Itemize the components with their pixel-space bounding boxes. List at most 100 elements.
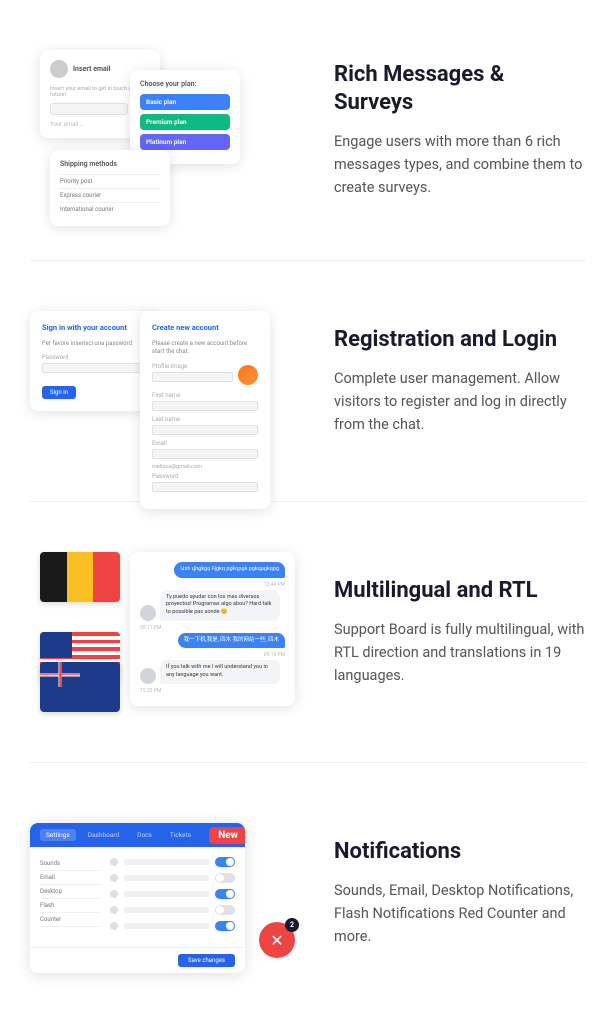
rich-messages-title: Rich Messages & Surveys (334, 61, 586, 118)
bubble-time-1: 12:44 PM (140, 582, 285, 588)
email-card-title: Insert email (73, 65, 111, 73)
chat-bubble-3: 我一下机,我是, 四木 我的网站一些, 四木 (140, 633, 285, 649)
notif-tab-docs[interactable]: Docs (131, 829, 158, 841)
registration-text: Registration and Login Complete user man… (334, 326, 586, 436)
notif-dot-3 (110, 890, 118, 898)
rich-messages-section: Insert email Insert your email to get in… (0, 0, 616, 260)
chat-bubble-1: Աsh վhgkgq Fjgkq pgkqpgk pgkqpgkqpg (140, 562, 285, 578)
registration-desc: Complete user management. Allow visitors… (334, 367, 586, 437)
bubble-text-2: Ty puedo ayudar con los mas diversos pro… (160, 590, 280, 621)
notif-row-2 (110, 873, 235, 883)
password-label: Password (42, 354, 148, 361)
email-label: Email (152, 440, 258, 447)
first-name-label: First name (152, 392, 258, 399)
notif-sidebar-sounds[interactable]: Sounds (40, 857, 100, 871)
notif-toggle-3[interactable] (215, 889, 235, 899)
notifications-title: Notifications (334, 838, 586, 867)
flag-yellow (67, 552, 94, 602)
notif-sidebar: Sounds Email Desktop Flash Counter (40, 857, 100, 937)
bell-icon: ✕ (270, 931, 283, 950)
register-title: Create new account (152, 323, 258, 332)
notif-row-5 (110, 921, 235, 931)
shipping-option-3[interactable]: International courier (60, 202, 160, 216)
notif-line-1 (124, 859, 209, 865)
union-jack (40, 662, 80, 687)
notif-sidebar-flash[interactable]: Flash (40, 899, 100, 913)
notif-toggle-5[interactable] (215, 921, 235, 931)
notification-count: 2 (285, 918, 299, 932)
notifications-section: Notifications Sounds, Email, Desktop Not… (0, 763, 616, 1023)
multilingual-text: Multilingual and RTL Support Board is fu… (334, 577, 586, 687)
profile-avatar (238, 365, 258, 385)
notif-dot-1 (110, 858, 118, 866)
notif-sidebar-counter[interactable]: Counter (40, 913, 100, 927)
notif-dot-5 (110, 922, 118, 930)
register-desc: Please create a new account before start… (152, 340, 258, 357)
notif-line-5 (124, 923, 209, 929)
plan-premium-option[interactable]: Premium plan (140, 114, 230, 130)
shipping-option-2[interactable]: Express courier (60, 188, 160, 202)
signin-title: Sign in with your account (42, 323, 148, 332)
new-badge: New (209, 827, 245, 844)
shipping-option-1[interactable]: Priority post (60, 174, 160, 188)
notif-dot-2 (110, 874, 118, 882)
notifications-desc: Sounds, Email, Desktop Notifications, Fl… (334, 879, 586, 949)
chat-bubble-4: If you talk with me I will understand yo… (140, 660, 285, 683)
notifications-text: Notifications Sounds, Email, Desktop Not… (334, 838, 586, 948)
bubble-text-3: 我一下机,我是, 四木 我的网站一些, 四木 (178, 633, 285, 649)
plan-card-title: Choose your plan: (140, 80, 230, 88)
notif-row-3 (110, 889, 235, 899)
notification-bell-button[interactable]: ✕ 2 (259, 922, 295, 958)
signin-button[interactable]: Sign in (42, 386, 76, 399)
registration-image: Sign in with your account Per favore ins… (30, 301, 310, 461)
belgium-flag (40, 552, 120, 602)
plan-basic-option[interactable]: Basic plan (140, 94, 230, 110)
notif-row-4 (110, 905, 235, 915)
notif-toggle-1[interactable] (215, 857, 235, 867)
shipping-card: Shipping methods Priority post Express c… (50, 150, 170, 226)
password-input-reg[interactable] (152, 482, 258, 492)
bubble-time-4: 15:20 PM (140, 688, 285, 694)
shipping-title: Shipping methods (60, 160, 160, 168)
password-input[interactable] (42, 363, 148, 373)
password-label-reg: Password (152, 473, 258, 480)
first-name-input[interactable] (152, 401, 258, 411)
multilingual-desc: Support Board is fully multilingual, wit… (334, 618, 586, 688)
notif-footer: Save changes (30, 947, 245, 973)
signin-desc: Per favore inserisci una password: (42, 340, 148, 348)
flag-black (40, 552, 67, 602)
email-avatar (50, 60, 68, 78)
us-canton (40, 632, 72, 658)
notifications-card: New Settings Dashboard Docs Tickets Soun… (30, 823, 245, 973)
plan-platinum-option[interactable]: Platinum plan (140, 134, 230, 150)
multilingual-chat-card: Աsh վhgkgq Fjgkq pgkqpgk pgkqpgkqpg 12:4… (130, 552, 295, 706)
notif-line-2 (124, 875, 209, 881)
notif-tab-dashboard[interactable]: Dashboard (82, 829, 125, 841)
register-card: Create new account Please create a new a… (140, 311, 270, 509)
notif-sidebar-desktop[interactable]: Desktop (40, 885, 100, 899)
profile-image-row: Profile Image (152, 363, 258, 387)
email-hint: melissa@gmail.com (152, 464, 258, 470)
notif-toggle-2[interactable] (215, 873, 235, 883)
registration-title: Registration and Login (334, 326, 586, 355)
notif-row-1 (110, 857, 235, 867)
save-button[interactable]: Save changes (178, 954, 235, 967)
notifications-image: New Settings Dashboard Docs Tickets Soun… (30, 803, 310, 983)
rich-messages-image: Insert email Insert your email to get in… (30, 40, 310, 220)
notif-body: Sounds Email Desktop Flash Counter (30, 847, 245, 947)
notif-toggle-4[interactable] (215, 905, 235, 915)
profile-img-input[interactable] (152, 372, 233, 382)
flag-red (93, 552, 120, 602)
multilingual-image: Աsh վhgkgq Fjgkq pgkqpgk pgkqpgkqpg 12:4… (30, 542, 310, 722)
notif-tab-settings[interactable]: Settings (40, 829, 76, 841)
registration-section: Registration and Login Complete user man… (0, 261, 616, 501)
bubble-time-2: 05:11 PM (140, 625, 285, 631)
multilingual-title: Multilingual and RTL (334, 577, 586, 606)
last-name-label: Last name (152, 416, 258, 423)
notif-tab-tickets[interactable]: Tickets (164, 829, 197, 841)
bubble-avatar-2 (140, 605, 156, 621)
email-input-register[interactable] (152, 449, 258, 459)
bubble-text-4: If you talk with me I will understand yo… (160, 660, 280, 683)
last-name-input[interactable] (152, 425, 258, 435)
bubble-time-3: 09:15 PM (140, 652, 285, 658)
